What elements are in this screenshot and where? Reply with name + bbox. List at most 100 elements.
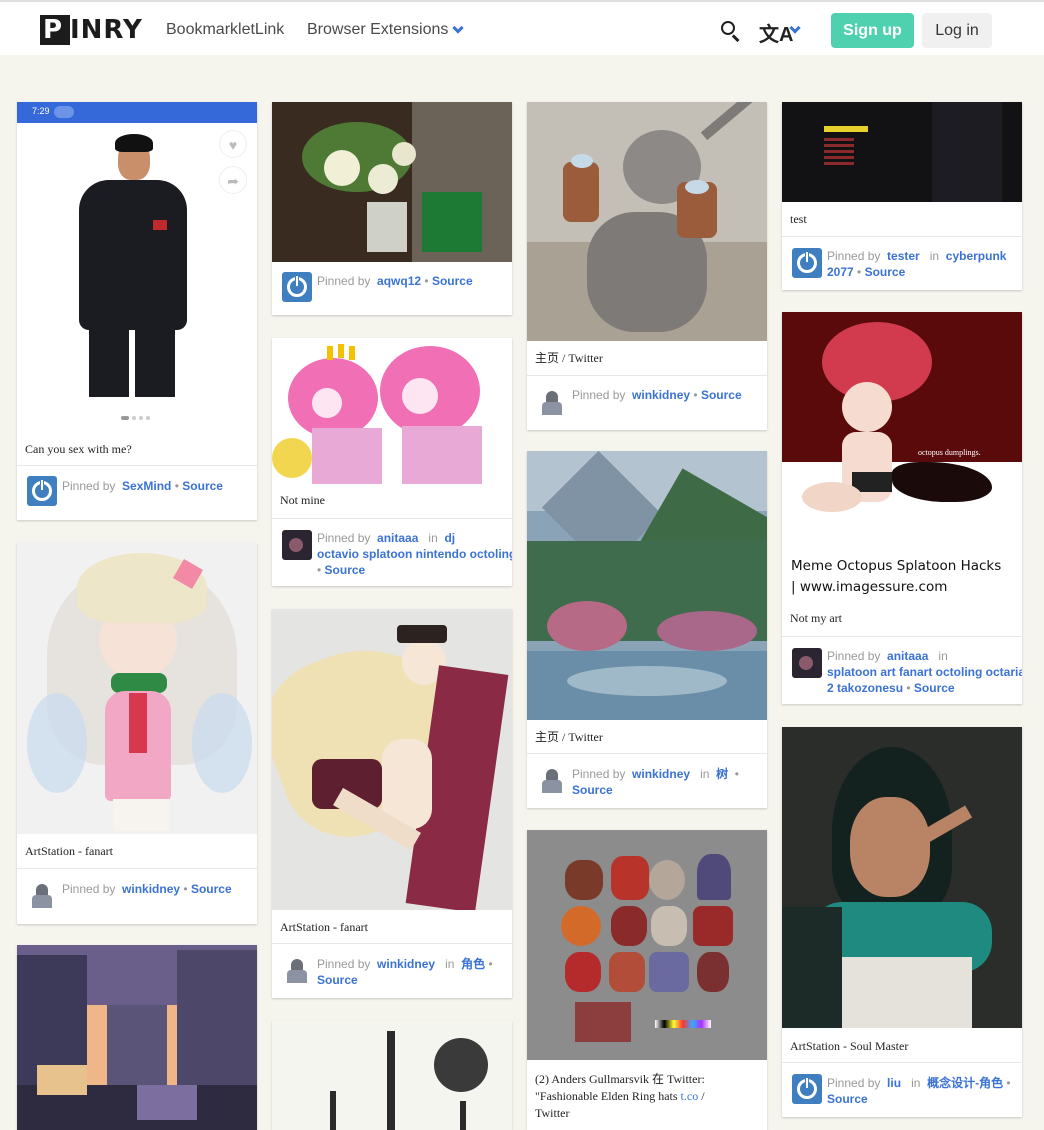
pinner-link[interactable]: winkidney [122, 882, 180, 896]
pinner-link[interactable]: anitaaa [377, 531, 418, 545]
pin-card[interactable]: ArtStation - Soul Master Pinned by liu i… [782, 727, 1022, 1117]
pinner-link[interactable]: winkidney [632, 388, 690, 402]
user-avatar[interactable] [27, 476, 57, 506]
user-avatar[interactable] [792, 648, 822, 678]
pinned-by-label: Pinned by [827, 249, 881, 263]
source-link[interactable]: Source [317, 973, 358, 987]
pin-meta: Pinned by SexMind • Source [62, 479, 223, 493]
pinner-link[interactable]: liu [887, 1076, 901, 1090]
pin-image[interactable] [782, 727, 1022, 1028]
source-link[interactable]: Source [827, 1092, 868, 1106]
board-link[interactable]: 树 [716, 767, 728, 781]
source-link[interactable]: Source [914, 681, 955, 695]
chevron-down-icon[interactable] [452, 22, 464, 34]
board-link[interactable]: octavio splatoon nintendo octolings ja [317, 547, 512, 561]
board-link[interactable]: cyberpunk [946, 249, 1007, 263]
phone-status-time: 7:29 [32, 106, 50, 116]
in-label: in [938, 649, 948, 663]
pin-image[interactable] [527, 830, 767, 1060]
navbar: P INRY BookmarkletLink Browser Extension… [0, 0, 1044, 55]
in-label: in [911, 1076, 921, 1090]
board-link[interactable]: dj [444, 531, 455, 545]
pinner-link[interactable]: SexMind [122, 479, 171, 493]
pinner-link[interactable]: anitaaa [887, 649, 928, 663]
pin-description: 主页 / Twitter [535, 730, 603, 744]
pin-card[interactable]: ArtStation - fanart Pinned by winkidney … [17, 543, 257, 924]
pin-meta-source: Source [827, 1091, 1022, 1107]
pin-image[interactable] [17, 543, 257, 834]
pin-meta-boards: splatoon art fanart octoling octarian sp… [827, 664, 1022, 680]
pinned-by-label: Pinned by [827, 1076, 881, 1090]
pin-image[interactable] [527, 451, 767, 720]
source-link[interactable]: Source [572, 783, 613, 797]
pinry-logo[interactable]: P INRY [40, 15, 142, 45]
pin-description: Not mine [280, 493, 325, 507]
pin-description: (2) Anders Gullmarsvik 在 Twitter: "Fashi… [535, 1071, 760, 1122]
source-link[interactable]: Source [701, 388, 742, 402]
pin-card[interactable]: (2) Anders Gullmarsvik 在 Twitter: "Fashi… [527, 830, 767, 1130]
pin-image[interactable] [272, 1021, 512, 1130]
pinner-link[interactable]: aqwq12 [377, 274, 421, 288]
login-button[interactable]: Log in [922, 13, 992, 48]
desc-tail: / [698, 1089, 705, 1103]
pin-meta: Pinned by winkidney in 树 • [572, 767, 739, 781]
translate-icon[interactable]: 文A [759, 18, 793, 47]
search-icon[interactable] [721, 21, 741, 42]
pin-description: ArtStation - fanart [25, 844, 113, 858]
source-link[interactable]: Source [325, 563, 366, 577]
pin-image[interactable]: 7:29 ♥ ➦ [17, 102, 257, 432]
board-link[interactable]: 概念设计-角色 [927, 1076, 1003, 1090]
board-link[interactable]: 2 takozonesu [827, 681, 903, 695]
pin-image[interactable] [272, 102, 512, 262]
pin-image[interactable] [272, 609, 512, 910]
user-avatar[interactable] [537, 765, 567, 795]
tco-link[interactable]: t.co [681, 1089, 699, 1103]
pinner-link[interactable]: winkidney [632, 767, 690, 781]
pinner-link[interactable]: winkidney [377, 957, 435, 971]
pin-meta: Pinned by liu in 概念设计-角色 • [827, 1076, 1011, 1090]
pin-card[interactable] [272, 1021, 512, 1130]
user-avatar[interactable] [282, 272, 312, 302]
pin-card[interactable]: octopus dumplings. Meme Octopus Splatoon… [782, 312, 1022, 704]
browser-extensions-menu[interactable]: Browser Extensions [307, 21, 448, 39]
source-link[interactable]: Source [191, 882, 232, 896]
bookmarklet-link[interactable]: BookmarkletLink [166, 21, 284, 39]
board-link[interactable]: splatoon art fanart octoling octarian sp… [827, 665, 1022, 679]
user-avatar[interactable] [282, 955, 312, 985]
pin-meta-source: • Source [317, 563, 366, 577]
pin-image[interactable] [527, 102, 767, 341]
pin-card[interactable]: test Pinned by tester in cyberpunk 2077 … [782, 102, 1022, 290]
signup-button[interactable]: Sign up [831, 13, 914, 48]
pinned-by-label: Pinned by [317, 274, 371, 288]
user-avatar[interactable] [792, 1074, 822, 1104]
pin-card[interactable]: Pinned by aqwq12 • Source [272, 102, 512, 315]
pin-image[interactable] [272, 338, 512, 484]
desc-line: Twitter [535, 1106, 570, 1120]
pin-card[interactable]: 7:29 ♥ ➦ Can you sex with me? Pinned by … [17, 102, 257, 520]
pin-card[interactable]: 主页 / Twitter Pinned by winkidney • Sourc… [527, 102, 767, 430]
source-link[interactable]: Source [865, 265, 906, 279]
source-link[interactable]: Source [182, 479, 223, 493]
pin-image[interactable] [782, 102, 1022, 202]
board-link[interactable]: 2077 [827, 265, 854, 279]
board-link[interactable]: 角色 [461, 957, 485, 971]
pin-meta: Pinned by winkidney • Source [62, 882, 232, 896]
pinned-by-label: Pinned by [62, 882, 116, 896]
in-label: in [445, 957, 455, 971]
like-heart-icon[interactable]: ♥ [219, 130, 247, 158]
source-link[interactable]: Source [432, 274, 473, 288]
in-label: in [428, 531, 438, 545]
share-arrow-icon[interactable]: ➦ [219, 166, 247, 194]
pin-card[interactable]: 主页 / Twitter Pinned by winkidney in 树 • … [527, 451, 767, 808]
pin-meta-source: Source [317, 972, 512, 988]
user-avatar[interactable] [792, 248, 822, 278]
pin-image[interactable] [17, 945, 257, 1130]
user-avatar[interactable] [537, 387, 567, 417]
pinner-link[interactable]: tester [887, 249, 920, 263]
user-avatar[interactable] [282, 530, 312, 560]
pin-card[interactable]: Not mine Pinned by anitaaa in dj octavio… [272, 338, 512, 586]
user-avatar[interactable] [27, 880, 57, 910]
pin-card[interactable] [17, 945, 257, 1130]
pin-card[interactable]: ArtStation - fanart Pinned by winkidney … [272, 609, 512, 998]
pin-meta-source: 2 takozonesu • Source [827, 681, 955, 695]
